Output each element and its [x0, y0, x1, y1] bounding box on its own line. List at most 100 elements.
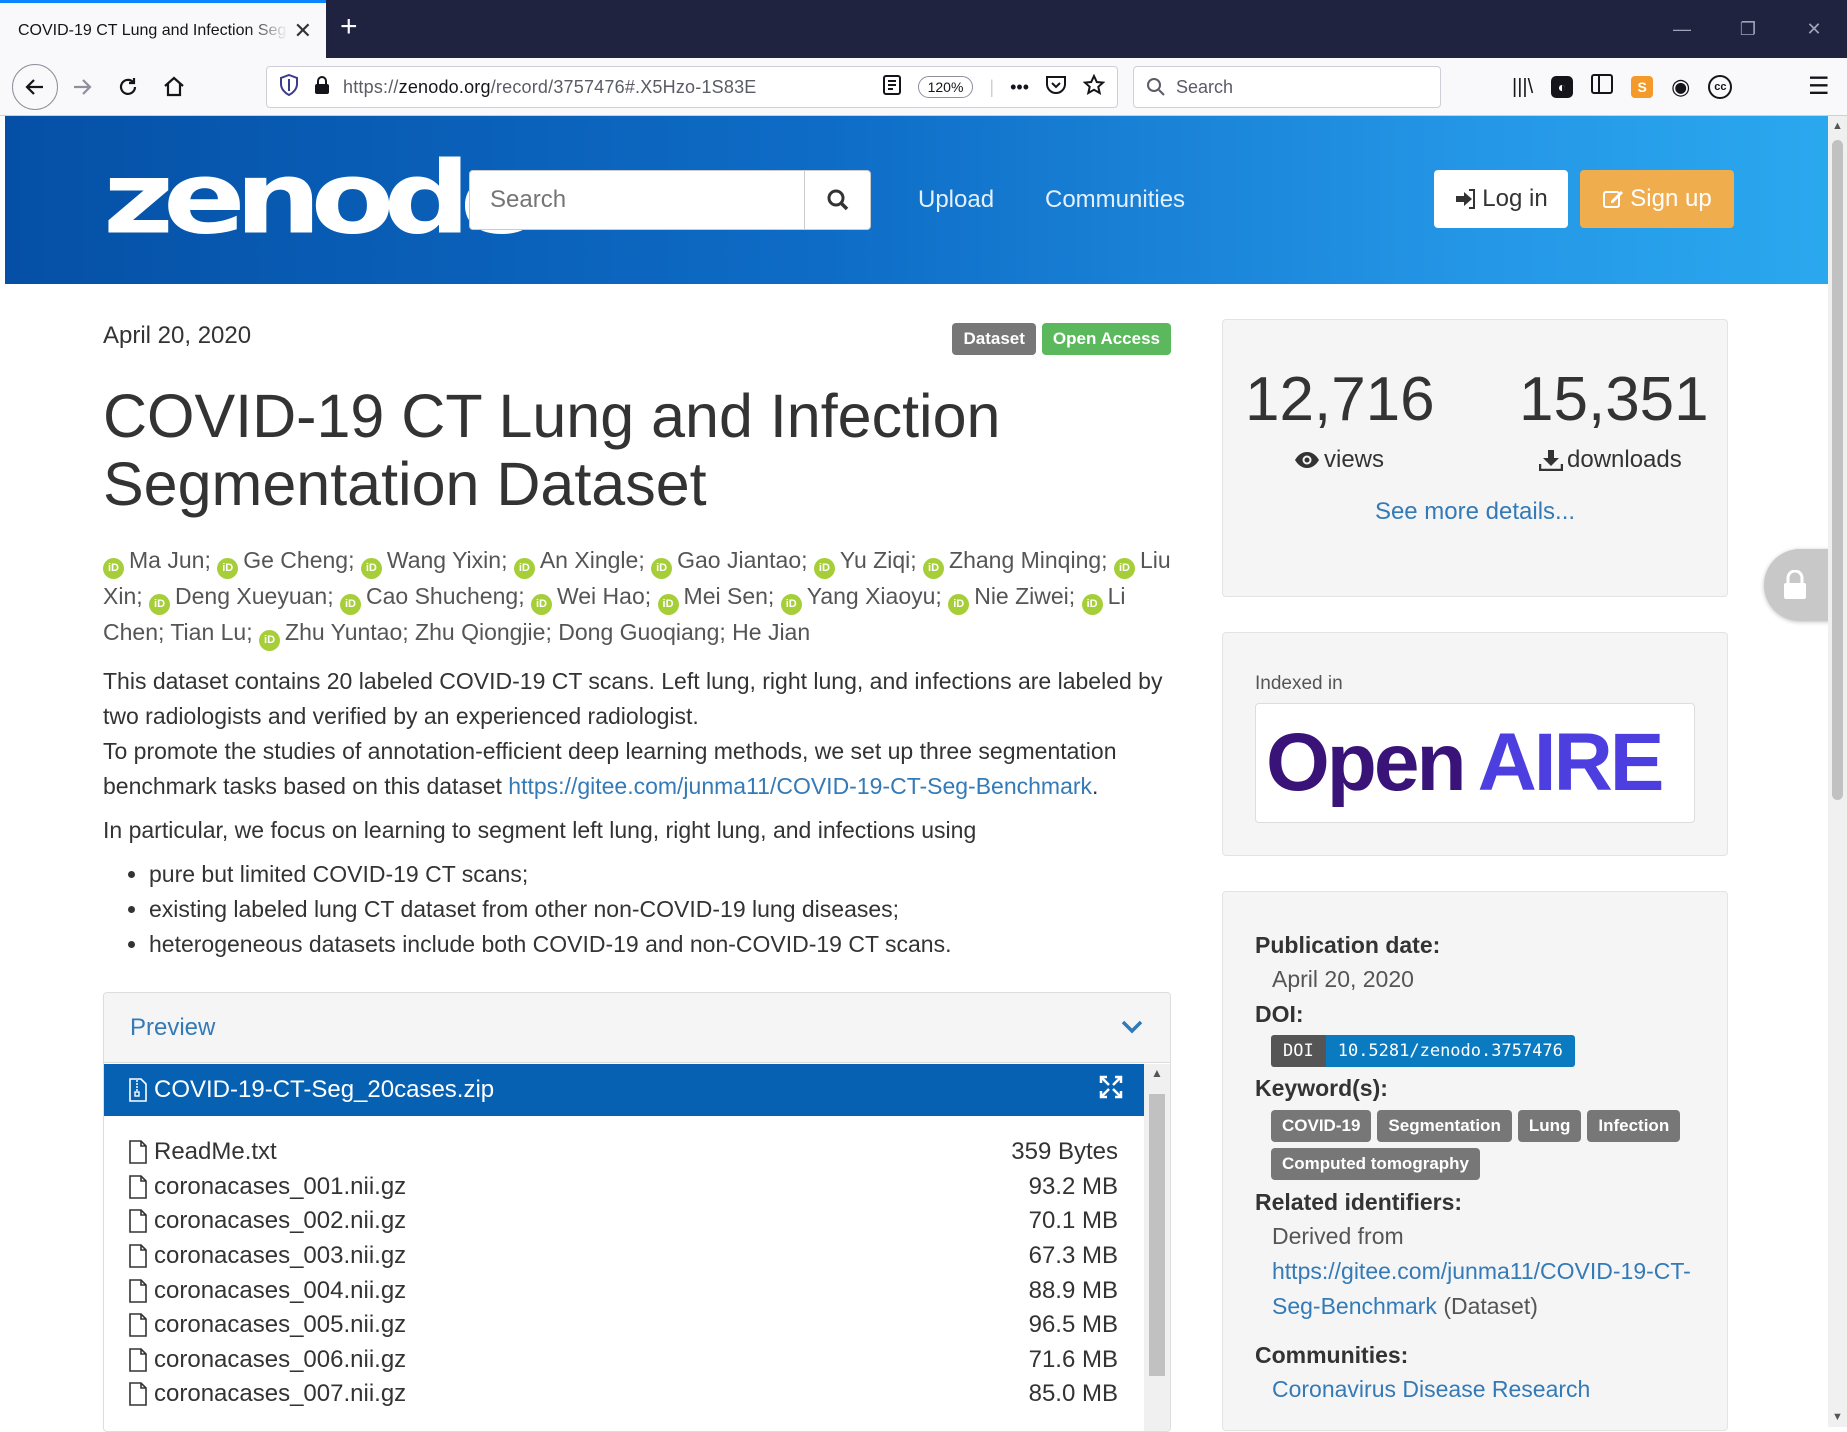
page-scroll-thumb[interactable]	[1832, 140, 1843, 800]
restore-icon[interactable]: ❐	[1715, 0, 1781, 58]
preview-scroll-thumb[interactable]	[1149, 1094, 1165, 1376]
related-identifiers-label: Related identifiers:	[1255, 1189, 1463, 1215]
site-search	[469, 170, 871, 230]
orcid-icon[interactable]: iD	[923, 558, 945, 579]
description-paragraph: In particular, we focus on learning to s…	[103, 817, 977, 843]
chevron-down-icon[interactable]	[1120, 1014, 1144, 1042]
sidebar-icon[interactable]	[1591, 74, 1614, 100]
orcid-icon[interactable]: iD	[149, 594, 171, 615]
file-size: 70.1 MB	[1028, 1207, 1118, 1235]
orcid-icon[interactable]: iD	[1113, 558, 1135, 579]
file-name: coronacases_005.nii.gz	[154, 1311, 407, 1339]
nav-upload[interactable]: Upload	[918, 186, 994, 214]
author: iD Zhang Minqing	[923, 547, 1101, 579]
shield-icon[interactable]	[279, 73, 299, 101]
preview-header[interactable]: Preview	[104, 993, 1170, 1063]
hamburger-menu-icon[interactable]: ☰	[1808, 72, 1830, 101]
benchmark-link[interactable]: https://gitee.com/junma11/COVID-19-CT-Se…	[508, 773, 1092, 799]
orcid-icon[interactable]: iD	[651, 558, 673, 579]
author: iD Ge Cheng	[217, 547, 348, 579]
orcid-icon[interactable]: iD	[217, 558, 239, 579]
keyword-badge: Segmentation	[1377, 1110, 1512, 1142]
minimize-icon[interactable]: —	[1649, 0, 1715, 58]
preview-scrollbar[interactable]: ▲	[1144, 1064, 1170, 1431]
author-list: iD Ma Jun; iD Ge Cheng; iD Wang Yixin; iD An…	[103, 543, 1171, 651]
orcid-icon[interactable]: iD	[360, 558, 382, 579]
page-scrollbar[interactable]: ▲ ▼	[1828, 116, 1847, 1427]
file-name-cell: coronacases_007.nii.gz	[128, 1380, 1029, 1408]
openaire-logo[interactable]: Open AIRE	[1255, 703, 1695, 823]
lock-button[interactable]	[1764, 549, 1834, 621]
library-icon[interactable]: |||\	[1512, 76, 1533, 99]
file-size: 93.2 MB	[1028, 1172, 1118, 1200]
site-search-button[interactable]	[804, 171, 870, 229]
pubdate-label: Publication date:	[1255, 932, 1441, 958]
orcid-icon[interactable]: iD	[513, 558, 535, 579]
doi-badge[interactable]: DOI 10.5281/zenodo.3757476	[1271, 1035, 1575, 1067]
signup-button[interactable]: Sign up	[1580, 170, 1734, 228]
orcid-icon[interactable]: iD	[657, 594, 679, 615]
browser-search-bar[interactable]: Search	[1133, 66, 1441, 108]
orcid-icon[interactable]: iD	[813, 558, 835, 579]
badge-dataset: Dataset	[952, 323, 1036, 355]
close-tab-icon[interactable]: ✕	[294, 18, 312, 44]
addon-s-icon[interactable]: S	[1631, 76, 1654, 98]
orcid-icon[interactable]: iD	[780, 594, 802, 615]
scroll-down-icon[interactable]: ▼	[1828, 1411, 1847, 1423]
file-row: coronacases_001.nii.gz 93.2 MB	[128, 1170, 1118, 1205]
file-icon	[129, 1140, 147, 1165]
orcid-icon[interactable]: iD	[948, 594, 970, 615]
page-actions-icon[interactable]: •••	[1010, 77, 1029, 98]
lock-icon	[1784, 570, 1806, 599]
back-icon[interactable]	[12, 64, 58, 110]
description-bullets: pure but limited COVID-19 CT scans; exis…	[149, 857, 1171, 962]
new-tab-icon[interactable]: +	[340, 12, 358, 42]
orcid-icon[interactable]: iD	[1081, 594, 1103, 615]
file-icon	[129, 1175, 147, 1199]
forward-icon[interactable]	[62, 67, 102, 107]
author: Zhu Qiongjie	[415, 619, 546, 645]
orcid-icon[interactable]: iD	[340, 594, 361, 615]
reload-icon[interactable]	[108, 67, 148, 107]
file-name: coronacases_006.nii.gz	[154, 1345, 407, 1373]
file-name-cell: coronacases_001.nii.gz	[128, 1173, 1029, 1201]
url-bar[interactable]: https://zenodo.org/record/3757476#.X5Hzo…	[266, 66, 1118, 108]
nav-communities[interactable]: Communities	[1045, 186, 1185, 214]
search-icon	[827, 189, 848, 211]
home-icon[interactable]	[154, 67, 194, 107]
badge-open-access: Open Access	[1041, 323, 1171, 355]
file-name-cell: coronacases_003.nii.gz	[128, 1242, 1029, 1270]
fullscreen-icon[interactable]	[1099, 1075, 1123, 1106]
views-count: 12,716	[1245, 365, 1435, 434]
site-search-input[interactable]	[470, 171, 804, 229]
zoom-level[interactable]: 120%	[917, 76, 974, 98]
scroll-up-icon[interactable]: ▲	[1828, 120, 1847, 132]
bookmark-star-icon[interactable]	[1082, 73, 1106, 101]
cc-icon[interactable]: cc	[1708, 75, 1733, 99]
account-icon[interactable]: ◉	[1671, 74, 1690, 100]
file-name-cell: coronacases_005.nii.gz	[128, 1311, 1029, 1339]
community-link[interactable]: Coronavirus Disease Research	[1272, 1376, 1590, 1402]
lock-icon[interactable]	[313, 75, 331, 100]
scroll-up-icon[interactable]: ▲	[1144, 1066, 1170, 1080]
see-more-details-link[interactable]: See more details...	[1223, 498, 1727, 526]
orcid-icon[interactable]: iD	[530, 594, 552, 615]
close-window-icon[interactable]: ✕	[1781, 0, 1847, 58]
orcid-icon[interactable]: iD	[103, 558, 124, 579]
browser-tab[interactable]: COVID-19 CT Lung and Infection Segmentat…	[0, 0, 326, 58]
pocket-icon[interactable]	[1045, 75, 1067, 100]
search-icon	[1147, 78, 1165, 96]
orcid-icon[interactable]: iD	[259, 630, 281, 651]
pubdate-value: April 20, 2020	[1272, 966, 1414, 992]
file-name: coronacases_004.nii.gz	[154, 1276, 407, 1304]
separator: |	[989, 76, 995, 97]
author: iD Cao Shucheng	[340, 583, 518, 615]
reader-view-icon[interactable]	[882, 74, 902, 101]
login-button[interactable]: Log in	[1434, 170, 1568, 228]
file-row: coronacases_005.nii.gz 96.5 MB	[128, 1308, 1118, 1343]
bullet-item: pure but limited COVID-19 CT scans;	[149, 857, 1171, 892]
extension-icon[interactable]: ◐	[1551, 76, 1574, 98]
record-date: April 20, 2020	[103, 322, 252, 349]
author: iD Ma Jun	[103, 547, 204, 579]
bullet-item: existing labeled lung CT dataset from ot…	[149, 892, 1171, 927]
